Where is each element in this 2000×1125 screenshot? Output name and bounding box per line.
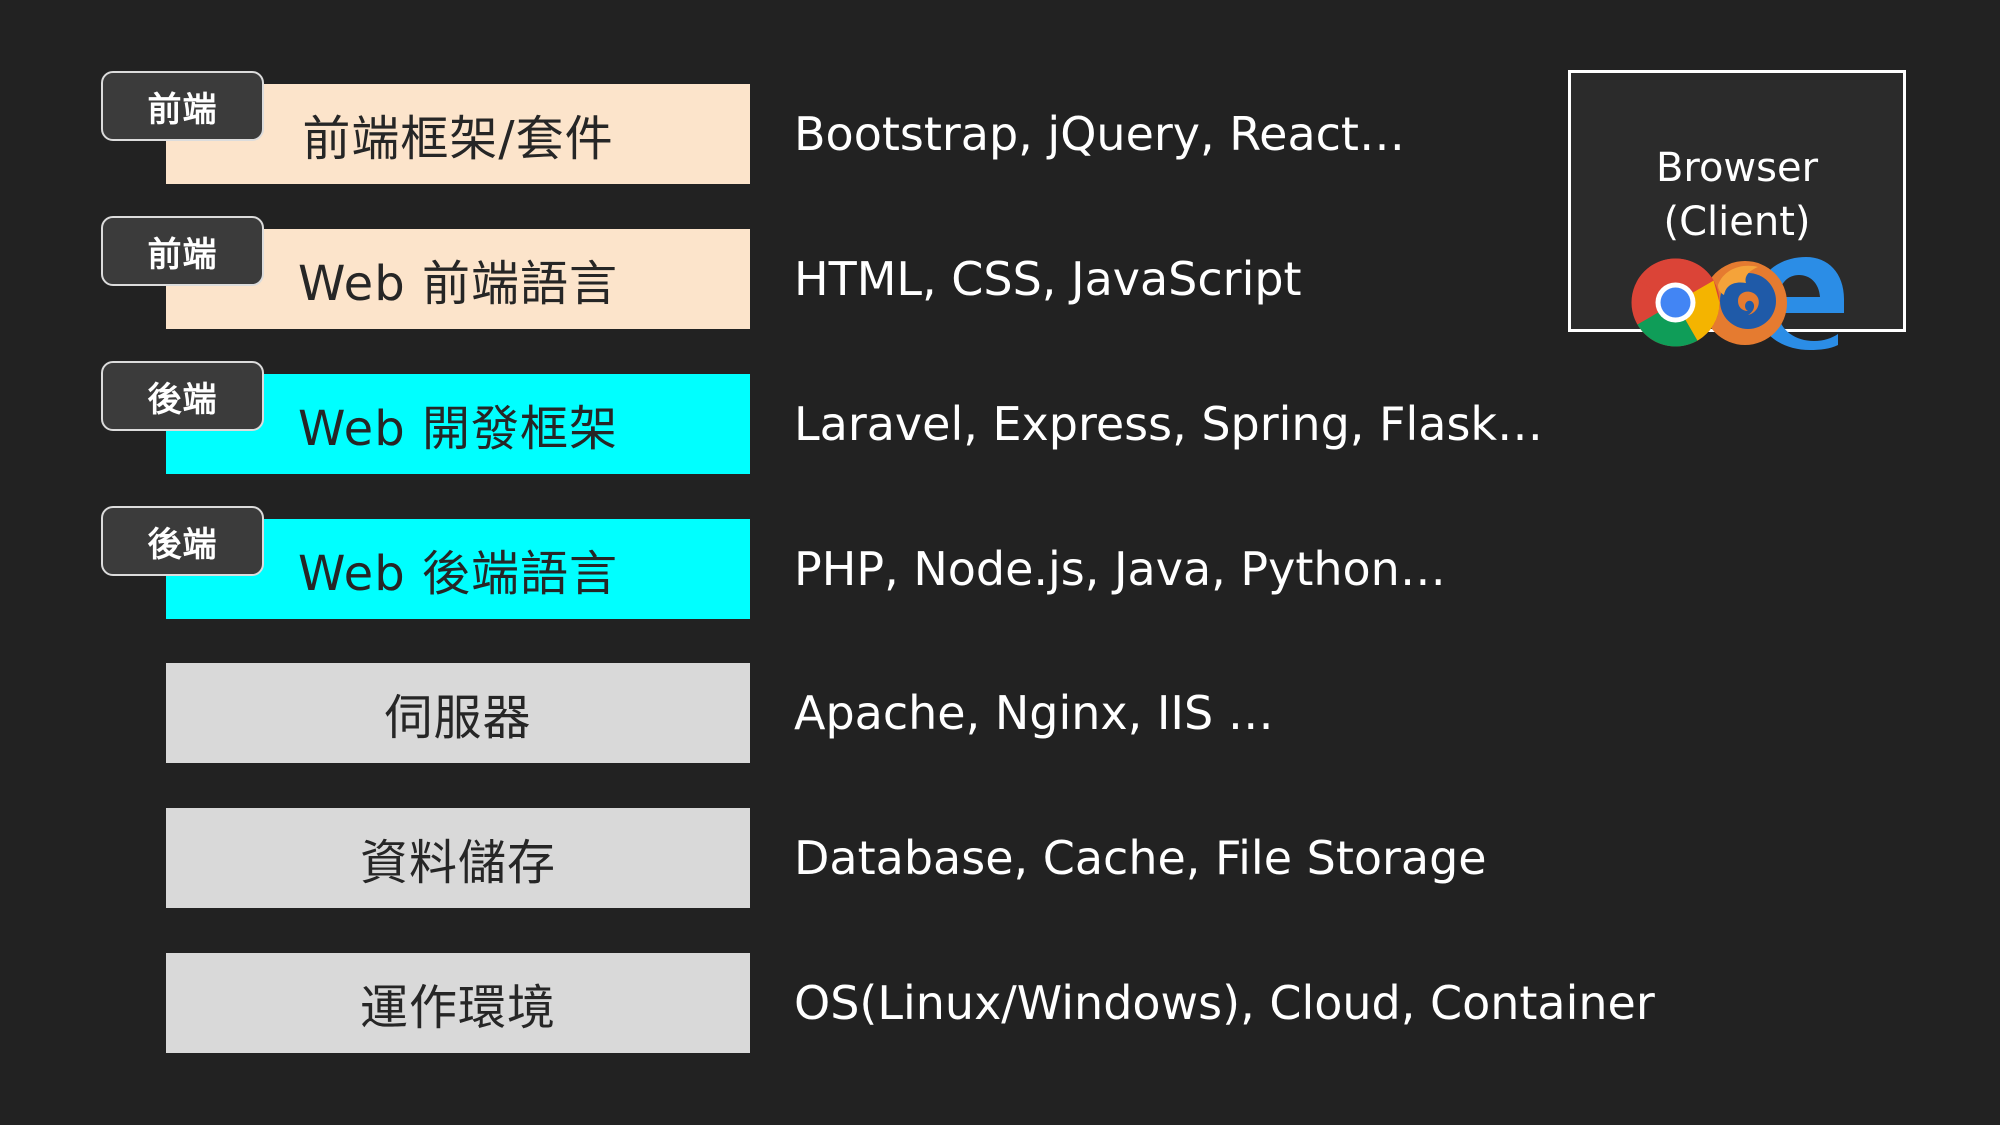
frontend-tag: 前端 [101,216,264,286]
layer-label: 資料儲存 [359,835,556,891]
layer-examples: Bootstrap, jQuery, React… [794,107,1405,161]
backend-tag: 後端 [101,361,264,431]
browser-label: Browser (Client) [1571,141,1903,249]
layer-examples: OS(Linux/Windows), Cloud, Container [794,976,1655,1030]
layer-label: Web 後端語言 [298,546,618,602]
layer-label: Web 開發框架 [298,401,618,457]
chrome-icon [1631,258,1720,347]
layer-data-storage: 資料儲存 [166,808,750,908]
layer-label: Web 前端語言 [298,256,618,312]
browser-label-line2: (Client) [1663,199,1811,245]
backend-tag: 後端 [101,506,264,576]
browser-icons [1628,255,1848,350]
layer-examples: Apache, Nginx, IIS … [794,686,1274,740]
layer-examples: PHP, Node.js, Java, Python… [794,542,1446,596]
layer-examples: Laravel, Express, Spring, Flask… [794,397,1544,451]
layer-label: 運作環境 [359,980,556,1036]
browser-label-line1: Browser [1655,145,1819,191]
layer-examples: HTML, CSS, JavaScript [794,252,1302,306]
frontend-tag: 前端 [101,71,264,141]
layer-label: 伺服器 [384,690,532,746]
layer-examples: Database, Cache, File Storage [794,831,1487,885]
layer-runtime-environment: 運作環境 [166,953,750,1053]
layer-server: 伺服器 [166,663,750,763]
layer-label: 前端框架/套件 [302,111,614,167]
